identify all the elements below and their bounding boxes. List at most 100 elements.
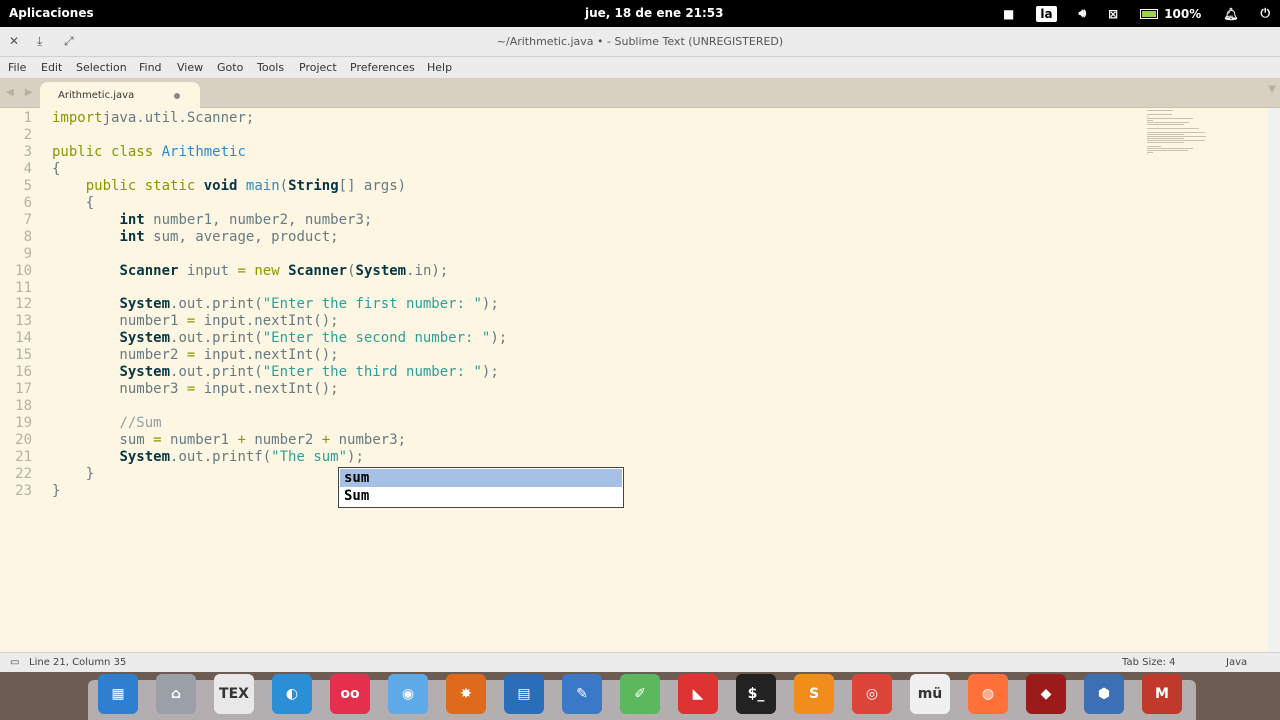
- burst-app-icon[interactable]: ✸: [446, 674, 486, 714]
- tab-dropdown-icon[interactable]: ▼: [1268, 84, 1276, 95]
- menu-edit[interactable]: Edit: [41, 61, 62, 74]
- line-number: 14: [15, 330, 32, 347]
- tab-size-selector[interactable]: Tab Size: 4: [1122, 657, 1176, 668]
- document-viewer-icon[interactable]: ▤: [504, 674, 544, 714]
- code-line: 17 number3 = input.nextInt();: [0, 381, 1140, 398]
- code-line: 2: [0, 127, 1140, 144]
- home-folder-icon[interactable]: ⌂: [156, 674, 196, 714]
- clock[interactable]: jue, 18 de ene 21:53: [585, 6, 724, 20]
- line-number: 9: [23, 245, 32, 262]
- system-top-bar: Aplicaciones jue, 18 de ene 21:53 ■ la 🔊…: [0, 0, 1280, 27]
- status-bar: ▭ Line 21, Column 35 Tab Size: 4 Java: [0, 652, 1280, 672]
- line-number: 20: [15, 432, 32, 449]
- mu-editor-icon[interactable]: mü: [910, 674, 950, 714]
- line-code: number1 = input.nextInt();: [52, 313, 339, 330]
- menu-selection[interactable]: Selection: [76, 61, 127, 74]
- tab-arithmetic-java[interactable]: Arithmetic.java: [40, 82, 200, 108]
- code-editor[interactable]: 1 importjava.util.Scanner; 2 3 public class …: [0, 108, 1268, 652]
- line-number: 11: [15, 279, 32, 296]
- menu-goto[interactable]: Goto: [217, 61, 243, 74]
- line-number: 7: [23, 211, 32, 228]
- vertical-scrollbar[interactable]: [1268, 108, 1280, 652]
- power-icon[interactable]: ⏻: [1261, 6, 1271, 21]
- applications-menu[interactable]: Aplicaciones: [9, 6, 94, 20]
- syntax-selector[interactable]: Java: [1226, 657, 1247, 668]
- line-code: System.out.print("Enter the first number…: [119, 296, 499, 313]
- code-line: 6 {: [0, 195, 1140, 212]
- keyboard-layout-indicator[interactable]: la: [1036, 5, 1057, 22]
- menu-find[interactable]: Find: [139, 61, 162, 74]
- red-app-icon[interactable]: ◣: [678, 674, 718, 714]
- line-number: 19: [15, 415, 32, 432]
- menu-preferences[interactable]: Preferences: [350, 61, 415, 74]
- code-line: 7 int number1, number2, number3;: [0, 212, 1140, 229]
- virtualbox-icon[interactable]: ⬢: [1084, 674, 1124, 714]
- line-code: }: [52, 482, 61, 499]
- line-code: sum = number1 + number2 + number3;: [52, 432, 407, 449]
- line-code: number3 = input.nextInt();: [52, 381, 339, 398]
- code-line: 8 int sum, average, product;: [0, 229, 1140, 246]
- line-code: {: [52, 194, 95, 211]
- workspaces-icon[interactable]: ▦: [98, 674, 138, 714]
- tab-label: Arithmetic.java: [58, 90, 135, 101]
- line-code: int number1, number2, number3;: [119, 211, 373, 228]
- dock: ▦ ⌂ TEX ◐ oo ◉ ✸ ▤ ✎ ✐ ◣ $_ S ◎ mü ◍ ◆ ⬢ M: [0, 672, 1280, 720]
- autocomplete-option-selected[interactable]: sum: [340, 469, 622, 487]
- text-editor-icon[interactable]: ✐: [620, 674, 660, 714]
- line-code: Scanner input = new Scanner(System.in);: [119, 262, 449, 279]
- line-number: 2: [23, 126, 32, 143]
- code-line: 18: [0, 398, 1140, 415]
- window-title-bar: ✕ ⤓ ⤢ ~/Arithmetic.java • - Sublime Text…: [0, 27, 1280, 57]
- blender-like-icon[interactable]: ◐: [272, 674, 312, 714]
- battery-icon[interactable]: [1140, 7, 1159, 21]
- line-number: 17: [15, 381, 32, 398]
- console-toggle-icon[interactable]: ▭: [10, 657, 19, 668]
- mendeley-icon[interactable]: M: [1142, 674, 1182, 714]
- tab-nav-arrows-icon[interactable]: ◀ ▶: [6, 87, 37, 98]
- code-line: 16 System.out.print("Enter the third num…: [0, 364, 1140, 381]
- code-line: 5 public static void main(String[] args): [0, 178, 1140, 195]
- ruby-app-icon[interactable]: ◆: [1026, 674, 1066, 714]
- line-number: 21: [15, 449, 32, 465]
- battery-level: 100%: [1164, 6, 1202, 21]
- code-line: 15 number2 = input.nextInt();: [0, 347, 1140, 364]
- line-code: //Sum: [119, 415, 162, 432]
- pen-tool-icon[interactable]: ✎: [562, 674, 602, 714]
- tab-bar: ◀ ▶ Arithmetic.java ▼: [0, 78, 1280, 108]
- texmaker-icon[interactable]: TEX: [214, 674, 254, 714]
- menu-tools[interactable]: Tools: [257, 61, 284, 74]
- settings-toggle-icon[interactable]: ◉: [388, 674, 428, 714]
- minimap[interactable]: [1145, 108, 1215, 158]
- network-icon[interactable]: ⊠: [1108, 7, 1118, 21]
- menu-view[interactable]: View: [177, 61, 203, 74]
- line-code: number2 = input.nextInt();: [52, 347, 339, 364]
- line-number: 8: [23, 228, 32, 245]
- line-code: {: [52, 160, 61, 177]
- circles-app-icon[interactable]: oo: [330, 674, 370, 714]
- notifications-icon[interactable]: 🔔︎: [1223, 7, 1238, 21]
- code-line: 11: [0, 280, 1140, 297]
- line-number: 1: [23, 110, 32, 126]
- chrome-icon[interactable]: ◎: [852, 674, 892, 714]
- firefox-icon[interactable]: ◍: [968, 674, 1008, 714]
- menu-file[interactable]: File: [8, 61, 26, 74]
- line-number: 12: [15, 296, 32, 313]
- line-code: System.out.print("Enter the second numbe…: [119, 330, 508, 347]
- unsaved-dot-icon[interactable]: [174, 93, 180, 99]
- menu-project[interactable]: Project: [299, 61, 337, 74]
- code-line: 14 System.out.print("Enter the second nu…: [0, 330, 1140, 347]
- autocomplete-popup: sum Sum: [338, 467, 624, 508]
- sublime-text-icon[interactable]: S: [794, 674, 834, 714]
- menu-bar: File Edit Selection Find View Goto Tools…: [0, 57, 1280, 78]
- code-line: 1 importjava.util.Scanner;: [0, 110, 1140, 127]
- autocomplete-option[interactable]: Sum: [340, 487, 622, 505]
- window-icon[interactable]: ■: [1003, 7, 1014, 21]
- line-number: 22: [15, 465, 32, 482]
- terminal-icon[interactable]: $_: [736, 674, 776, 714]
- line-number: 6: [23, 194, 32, 211]
- line-code: }: [52, 465, 95, 482]
- line-code: System.out.printf("The sum");: [119, 449, 364, 465]
- line-number: 4: [23, 160, 32, 177]
- menu-help[interactable]: Help: [427, 61, 452, 74]
- volume-icon[interactable]: 🔊︎: [1079, 6, 1087, 21]
